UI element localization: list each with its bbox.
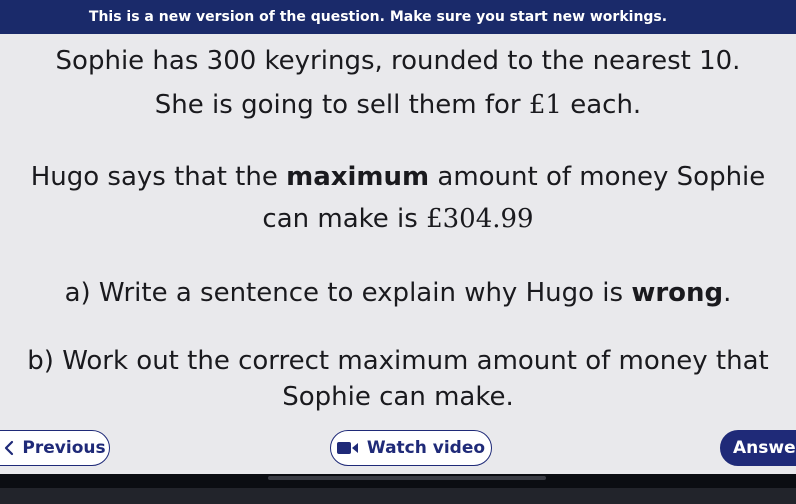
price-value: £1 — [528, 90, 562, 120]
wrong-emphasis: wrong — [631, 278, 724, 308]
hugo-amount: £304.99 — [426, 204, 534, 234]
question-line-4-pre: can make is — [262, 204, 427, 234]
question-line-1: Sophie has 300 keyrings, rounded to the … — [55, 46, 741, 76]
previous-label: Previous — [22, 438, 106, 458]
part-a-post: . — [723, 278, 732, 308]
question-nav-bar: Previous Watch video Answer — [0, 418, 796, 474]
watch-video-button[interactable]: Watch video — [330, 430, 492, 466]
question-line-4: can make is £304.99 — [0, 204, 796, 234]
question-line-2-post: each. — [561, 90, 642, 120]
part-b-prompt-line-1: b) Work out the correct maximum amount o… — [27, 346, 769, 376]
chevron-left-icon — [4, 440, 14, 456]
question-line-2-pre: She is going to sell them for — [154, 90, 529, 120]
maximum-emphasis: maximum — [286, 162, 430, 192]
answer-button[interactable]: Answer — [720, 430, 796, 466]
watch-video-label: Watch video — [366, 438, 486, 458]
question-line-2: She is going to sell them for £1 each. — [0, 90, 796, 120]
part-a-pre: a) Write a sentence to explain why Hugo … — [64, 278, 632, 308]
question-line-3-pre: Hugo says that the — [30, 162, 287, 192]
question-line-3-post: amount of money Sophie — [429, 162, 766, 192]
question-panel: Sophie has 300 keyrings, rounded to the … — [0, 34, 796, 430]
video-camera-icon — [336, 441, 359, 455]
previous-button[interactable]: Previous — [0, 430, 110, 466]
banner-text: This is a new version of the question. M… — [88, 9, 668, 25]
bottom-bar — [0, 488, 796, 504]
new-version-banner: This is a new version of the question. M… — [0, 0, 796, 34]
part-b-prompt-line-2: Sophie can make. — [282, 382, 514, 412]
question-line-3: Hugo says that the maximum amount of mon… — [0, 162, 796, 192]
answer-label: Answer — [733, 438, 796, 458]
part-a-prompt: a) Write a sentence to explain why Hugo … — [0, 278, 796, 308]
home-indicator — [268, 476, 546, 480]
